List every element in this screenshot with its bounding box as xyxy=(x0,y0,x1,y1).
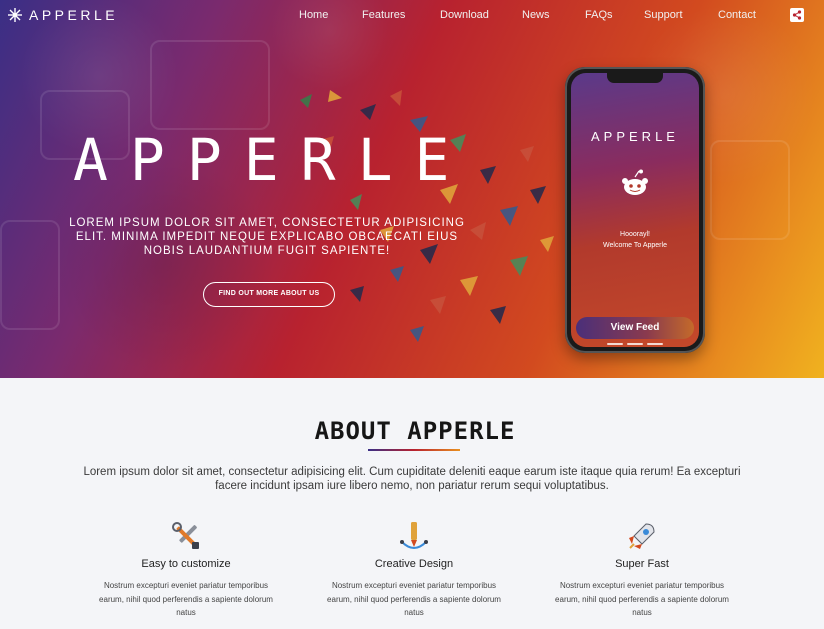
phone-greeting-line1: Hooorayl! xyxy=(620,231,650,238)
nav-link-support[interactable]: Support xyxy=(644,9,683,21)
phone-greeting-line2: Welcome To Apperle xyxy=(603,242,667,249)
about-title-underline xyxy=(368,449,460,451)
view-feed-button[interactable]: View Feed xyxy=(576,317,694,339)
nav-link-faqs[interactable]: FAQs xyxy=(585,9,613,21)
tools-icon xyxy=(172,522,199,549)
feature-text: Nostrum excepturi eveniet pariatur tempo… xyxy=(99,581,273,617)
share-icon xyxy=(792,10,802,20)
feature-title: Easy to customize xyxy=(141,558,231,570)
phone-page-indicator xyxy=(607,343,663,345)
phone-notch xyxy=(607,73,663,83)
find-out-more-button[interactable]: FIND OUT MORE ABOUT US xyxy=(203,282,335,307)
nav-link-news[interactable]: News xyxy=(522,9,550,21)
phone-mockup: APPERLE Hooorayl! Welcome To Apperle Vie… xyxy=(565,67,705,353)
nav-link-contact[interactable]: Contact xyxy=(718,9,756,21)
rocket-icon xyxy=(629,523,655,549)
nav-link-features[interactable]: Features xyxy=(362,9,405,21)
phone-screen: APPERLE Hooorayl! Welcome To Apperle Vie… xyxy=(571,73,699,347)
brand-snowflake-icon xyxy=(8,8,22,22)
phone-welcome-text: Hooorayl! Welcome To Apperle xyxy=(571,229,699,251)
hero-section: APPERLE Home Features Download News FAQs… xyxy=(0,0,824,378)
feature-super-fast: Super Fast Nostrum excepturi eveniet par… xyxy=(542,520,742,620)
feature-easy-customize: Easy to customize Nostrum excepturi even… xyxy=(86,520,286,620)
about-description: Lorem ipsum dolor sit amet, consectetur … xyxy=(83,466,741,492)
feature-title: Creative Design xyxy=(374,558,454,570)
hero-title: APPERLE xyxy=(73,126,472,194)
hero-description: Lorem ipsum dolor sit amet, consectetur … xyxy=(69,217,465,257)
top-navigation: APPERLE Home Features Download News FAQs… xyxy=(0,0,824,32)
share-button[interactable] xyxy=(790,8,804,22)
feature-title: Super Fast xyxy=(615,558,669,570)
feature-text: Nostrum excepturi eveniet pariatur tempo… xyxy=(327,581,501,617)
phone-app-logo: APPERLE xyxy=(591,129,679,144)
about-title: ABOUT APPERLE xyxy=(314,417,516,445)
brand-logo[interactable]: APPERLE xyxy=(7,7,118,23)
alien-mascot-icon xyxy=(622,169,648,195)
pen-design-icon xyxy=(400,522,428,549)
background-device-shape xyxy=(710,140,790,240)
brand-name: APPERLE xyxy=(29,7,119,23)
feature-creative-design: Creative Design Nostrum excepturi evenie… xyxy=(314,520,514,620)
nav-link-home[interactable]: Home xyxy=(299,9,328,21)
background-device-shape xyxy=(0,220,60,330)
feature-text: Nostrum excepturi eveniet pariatur tempo… xyxy=(555,581,729,617)
nav-link-download[interactable]: Download xyxy=(440,9,489,21)
background-camera-shape xyxy=(150,40,270,130)
